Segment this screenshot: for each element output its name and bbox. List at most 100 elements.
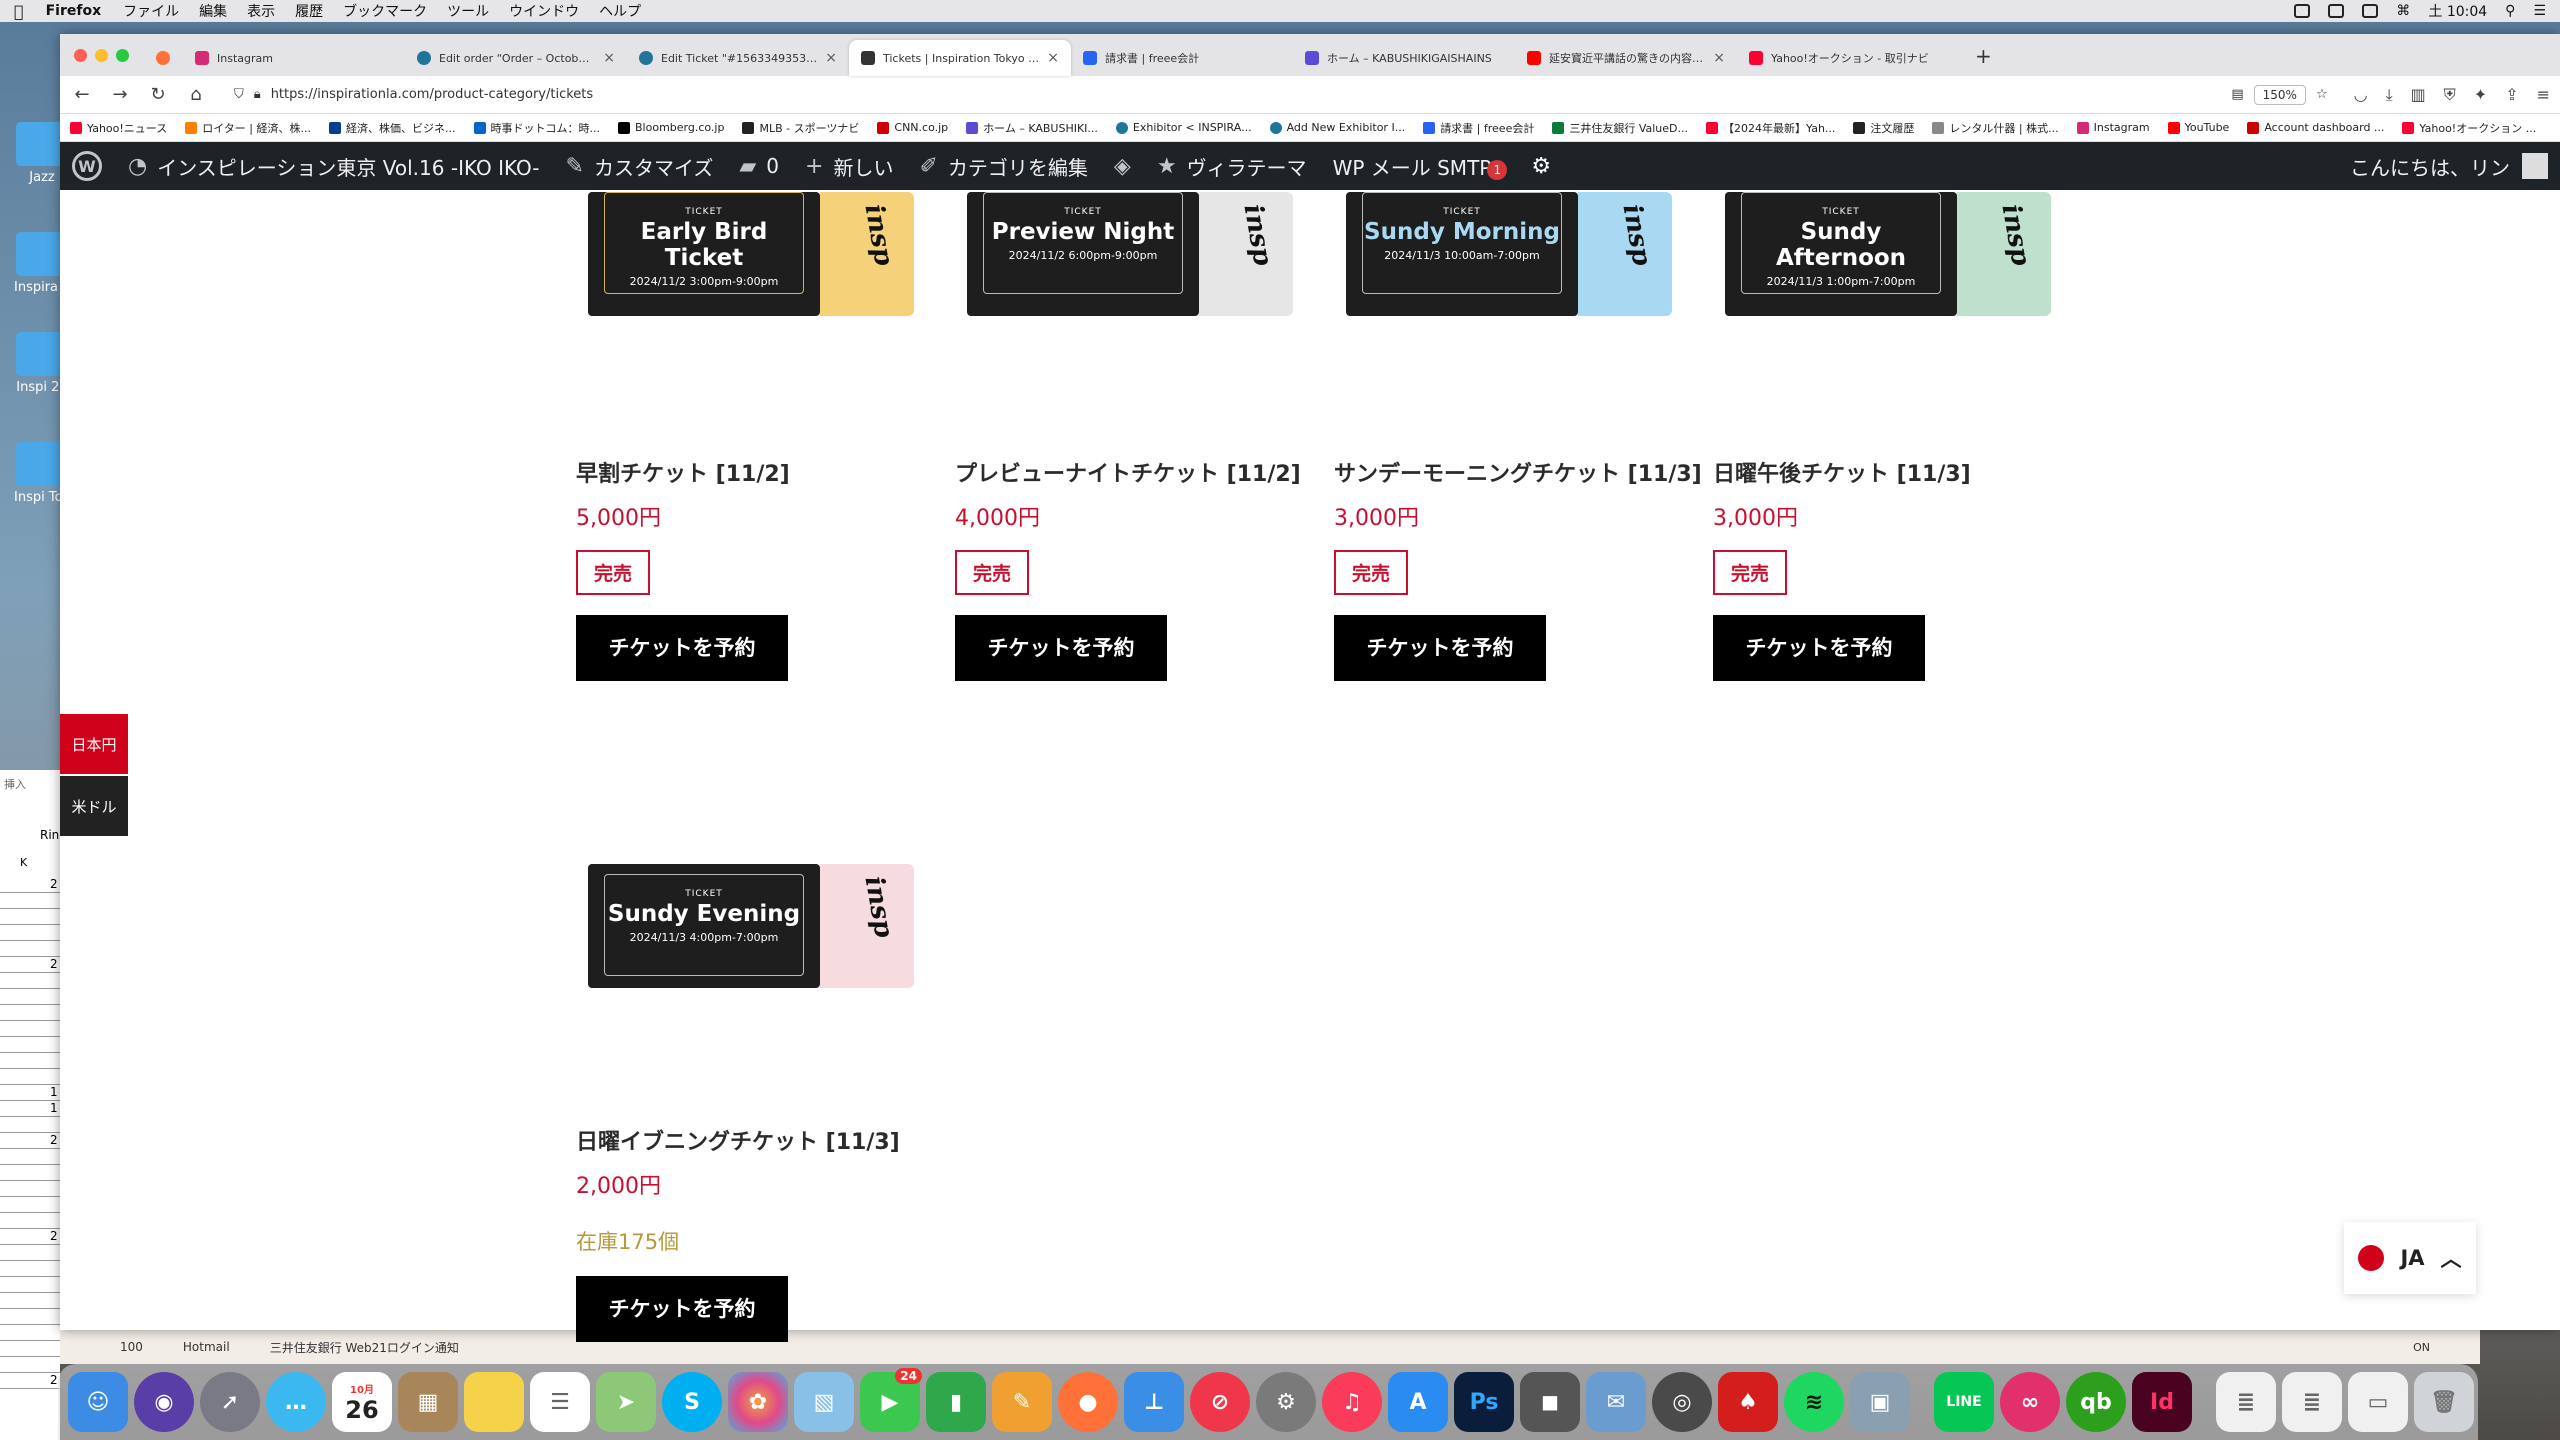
bookmark-item[interactable]: 時事ドットコム：時... — [473, 120, 600, 136]
tab-edit-ticket[interactable]: Edit Ticket "#15633493531" ‹ I × — [627, 40, 849, 76]
new-tab-button[interactable]: + — [1959, 44, 2008, 76]
image-capture-icon[interactable]: ▣ — [1850, 1372, 1910, 1432]
document-icon[interactable]: ≣ — [2216, 1372, 2276, 1432]
pages-icon[interactable]: ✎ — [992, 1372, 1052, 1432]
cell[interactable] — [0, 1341, 60, 1357]
wp-account[interactable]: こんにちは、リン — [2350, 152, 2548, 181]
currency-usd-button[interactable]: 米ドル — [60, 776, 128, 836]
display-icon[interactable] — [2362, 4, 2379, 18]
wp-edit-category[interactable]: ✐ カテゴリを編集 — [919, 152, 1087, 181]
line-icon[interactable]: LINE — [1934, 1372, 1994, 1432]
photos-icon[interactable]: ✿ — [728, 1372, 788, 1432]
menubar-app-name[interactable]: Firefox — [46, 3, 102, 19]
reminders-icon[interactable]: ☰ — [530, 1372, 590, 1432]
ticket-image[interactable]: TICKET Sundy Evening 2024/11/3 4:00pm-7:… — [588, 864, 914, 988]
cell[interactable] — [0, 1181, 60, 1197]
cell[interactable]: 2 — [0, 1229, 60, 1245]
reserve-ticket-button[interactable]: チケットを予約 — [1713, 615, 1925, 681]
contacts-icon[interactable]: ▦ — [398, 1372, 458, 1432]
document-icon[interactable]: ▭ — [2348, 1372, 2408, 1432]
home-icon[interactable]: ⌂ — [184, 84, 208, 105]
cell[interactable] — [0, 1165, 60, 1181]
reserve-ticket-button[interactable]: チケットを予約 — [955, 615, 1167, 681]
camera-icon[interactable]: ◎ — [1652, 1372, 1712, 1432]
bookmark-item[interactable]: CNN.co.jp — [877, 121, 948, 134]
keynote-icon[interactable]: ⊥ — [1124, 1372, 1184, 1432]
cell[interactable] — [0, 1277, 60, 1293]
bookmark-item[interactable]: Account dashboard ... — [2247, 121, 2384, 134]
control-center-icon[interactable]: ☰ — [2533, 3, 2546, 19]
cell[interactable] — [0, 1149, 60, 1165]
acrobat-icon[interactable]: ♠ — [1718, 1372, 1778, 1432]
wifi-icon[interactable]: ⌘ — [2396, 3, 2410, 19]
share-icon[interactable]: ⇪ — [2505, 85, 2518, 105]
mail-icon[interactable]: ✉ — [1586, 1372, 1646, 1432]
wp-settings[interactable]: ⚙ — [1531, 154, 1551, 179]
cell[interactable] — [0, 925, 60, 941]
news-icon[interactable]: ⊘ — [1190, 1372, 1250, 1432]
ticket-image[interactable]: TICKET Early Bird Ticket 2024/11/2 3:00p… — [588, 192, 914, 316]
zoom-level[interactable]: 150% — [2253, 84, 2306, 105]
cell[interactable] — [0, 1261, 60, 1277]
bookmark-item[interactable]: 経済、株価、ビジネ... — [329, 120, 456, 136]
cell[interactable] — [0, 1069, 60, 1085]
app-store-icon[interactable]: A — [1388, 1372, 1448, 1432]
menu-icon[interactable]: ≡ — [2537, 85, 2550, 105]
mail-subject[interactable]: 三井住友銀行 Web21ログイン通知 — [270, 1339, 459, 1356]
tab-instagram[interactable]: Instagram — [183, 40, 405, 76]
bookmark-item[interactable]: 三井住友銀行 ValueD... — [1552, 120, 1688, 136]
wp-site-name[interactable]: ◔ インスピレーション東京 Vol.16 -IKO IKO- — [128, 152, 540, 181]
screenshot-icon[interactable]: ◼ — [1520, 1372, 1580, 1432]
cell[interactable] — [0, 1213, 60, 1229]
url-bar[interactable]: ⛉ 🔒︎ https://inspirationla.com/product-c… — [222, 81, 2340, 109]
product-title[interactable]: プレビューナイトチケット [11/2] — [955, 456, 1301, 488]
close-window-button[interactable] — [74, 49, 87, 62]
tab-pinned-firefox[interactable] — [143, 40, 183, 76]
close-tab-icon[interactable]: × — [825, 50, 837, 66]
cell[interactable]: 2 — [0, 1133, 60, 1149]
clock[interactable]: 土 10:04 — [2428, 1, 2487, 21]
product-title[interactable]: 日曜イブニングチケット [11/3] — [576, 1124, 916, 1156]
menu-window[interactable]: ウインドウ — [509, 1, 579, 21]
bookmark-item[interactable]: ロイター | 経済、株... — [185, 120, 311, 136]
cell[interactable]: 2 — [0, 957, 60, 973]
lock-icon[interactable]: 🔒︎ — [254, 87, 261, 102]
menu-edit[interactable]: 編集 — [199, 1, 227, 21]
music-icon[interactable]: ♫ — [1322, 1372, 1382, 1432]
url-text[interactable]: https://inspirationla.com/product-catego… — [271, 87, 593, 102]
bookmark-item[interactable]: 注文履歴 — [1853, 120, 1914, 136]
zoom-window-button[interactable] — [116, 49, 129, 62]
wp-smtp[interactable]: WP メール SMTP 1 — [1333, 152, 1508, 181]
tab-edit-order[interactable]: Edit order “Order – October 24, × — [405, 40, 627, 76]
product-title[interactable]: 日曜午後チケット [11/3] — [1713, 456, 2053, 488]
wp-comments[interactable]: ▰ 0 — [739, 154, 779, 179]
ticket-image[interactable]: TICKET Preview Night 2024/11/2 6:00pm-9:… — [967, 192, 1293, 316]
close-tab-icon[interactable]: × — [603, 50, 615, 66]
status-icon[interactable] — [2328, 4, 2345, 18]
pocket-icon[interactable]: ◡ — [2354, 85, 2368, 105]
cell[interactable] — [0, 1197, 60, 1213]
cell[interactable] — [0, 1117, 60, 1133]
menu-help[interactable]: ヘルプ — [599, 1, 641, 21]
back-icon[interactable]: ← — [70, 84, 94, 105]
cell[interactable]: 2 — [0, 877, 60, 893]
launchpad-icon[interactable]: ➚ — [200, 1372, 260, 1432]
cell[interactable] — [0, 909, 60, 925]
bookmark-item[interactable]: Exhibitor < INSPIRA... — [1115, 121, 1252, 134]
tab-youtube[interactable]: 延安寳近平講話の驚きの内容流出 × — [1515, 40, 1737, 76]
photoshop-icon[interactable]: Ps — [1454, 1372, 1514, 1432]
finder-icon[interactable]: ☺ — [68, 1372, 128, 1432]
apple-icon[interactable]:  — [14, 2, 24, 21]
reserve-ticket-button[interactable]: チケットを予約 — [1334, 615, 1546, 681]
cell[interactable] — [0, 1021, 60, 1037]
reserve-ticket-button[interactable]: チケットを予約 — [576, 1276, 788, 1342]
bookmark-item[interactable]: MLB - スポーツナビ — [742, 120, 859, 136]
mail-folder-hotmail[interactable]: Hotmail — [183, 1340, 230, 1354]
menu-file[interactable]: ファイル — [123, 1, 179, 21]
numbers-icon[interactable]: ▮ — [926, 1372, 986, 1432]
bookmark-item[interactable]: Yahoo!オークション ... — [2402, 120, 2536, 136]
language-switcher[interactable]: JA ︿ — [2344, 1222, 2476, 1294]
maps-icon[interactable]: ➤ — [596, 1372, 656, 1432]
cell[interactable] — [0, 1053, 60, 1069]
forward-icon[interactable]: → — [108, 84, 132, 105]
